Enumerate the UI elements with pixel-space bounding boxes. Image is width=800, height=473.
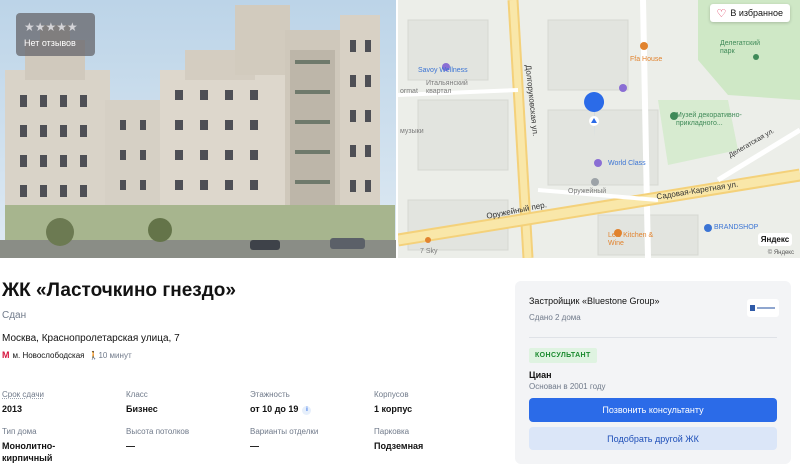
complex-photo[interactable]: ★★★★★ Нет отзывов	[0, 0, 396, 258]
call-consultant-button[interactable]: Позвонить консультанту	[529, 398, 777, 422]
spec-finishing: Варианты отделки —	[250, 427, 374, 464]
poi-museum[interactable]: Музей декоративно-прикладного...	[676, 112, 746, 128]
developer-houses: Сдано 2 дома	[529, 313, 581, 322]
favorite-label: В избранное	[730, 8, 783, 18]
heart-icon: ♡	[716, 6, 727, 20]
poi-italian-quarter[interactable]: Итальянский квартал	[426, 80, 486, 96]
poi-savoy[interactable]: Savoy Wellness	[418, 67, 468, 74]
poi-ormat[interactable]: ormat	[400, 88, 418, 95]
metro-station: м. Новослободская	[12, 350, 85, 360]
poi-ffa-house[interactable]: Ffa House	[630, 56, 662, 63]
location-map[interactable]: Savoy Wellness Итальянский квартал Ffa H…	[398, 0, 800, 258]
rating-badge: ★★★★★ Нет отзывов	[16, 13, 95, 56]
poi-lele-kitchen[interactable]: Lele Kitchen & Wine	[608, 232, 668, 248]
spec-value: 1 корпус	[374, 404, 413, 414]
spec-value: Подземная	[374, 441, 424, 451]
info-icon[interactable]: i	[302, 406, 312, 415]
developer-logo[interactable]	[747, 299, 779, 317]
consultant-founded: Основан в 2001 году	[529, 382, 606, 391]
poi-world-class[interactable]: World Class	[608, 160, 646, 167]
add-to-favorites-button[interactable]: ♡ В избранное	[710, 4, 790, 22]
spec-value: —	[126, 441, 135, 451]
complex-title: ЖК «Ласточкино гнездо»	[2, 280, 236, 301]
metro-info[interactable]: M м. Новослободская 🚶 10 минут	[2, 350, 132, 360]
pick-another-complex-button[interactable]: Подобрать другой ЖК	[529, 427, 777, 450]
spec-value: от 10 до 19 i	[250, 403, 374, 415]
poi-7sky[interactable]: 7 Sky	[420, 248, 438, 255]
metro-icon: M	[2, 350, 10, 360]
complex-address[interactable]: Москва, Краснопролетарская улица, 7	[2, 333, 180, 344]
specs-grid: Срок сдачи 2013 Класс Бизнес Этажность о…	[2, 390, 502, 464]
spec-label: Класс	[126, 390, 148, 399]
map-copyright: © Яндекс	[767, 250, 794, 256]
consultant-badge: КОНСУЛЬТАНТ	[529, 348, 597, 363]
spec-value: Бизнес	[126, 404, 158, 414]
spec-value: —	[250, 441, 259, 451]
spec-label: Этажность	[250, 390, 290, 399]
spec-ceiling-height: Высота потолков —	[126, 427, 250, 464]
spec-label: Высота потолков	[126, 427, 190, 436]
spec-label: Парковка	[374, 427, 410, 436]
floors-value: от 10 до 19	[250, 404, 299, 414]
spec-label: Варианты отделки	[250, 427, 319, 436]
spec-label[interactable]: Срок сдачи	[2, 390, 126, 400]
map-canvas	[398, 0, 800, 258]
consultant-name: Циан	[529, 370, 552, 380]
spec-class: Класс Бизнес	[126, 390, 250, 415]
complex-status: Сдан	[2, 310, 27, 321]
spec-label: Тип дома	[2, 427, 37, 436]
yandex-logo[interactable]: Яндекс	[758, 233, 792, 246]
developer-logo-image	[750, 305, 775, 311]
walk-icon: 🚶	[88, 350, 99, 360]
spec-value: Монолитно-кирпичный	[2, 441, 56, 463]
walk-time: 10 минут	[98, 350, 132, 360]
poi-brandshop[interactable]: BRANDSHOP	[714, 224, 758, 231]
poi-oruzheiny[interactable]: Оружейный	[568, 188, 606, 195]
poi-delegatsky-park[interactable]: Делегатский парк	[720, 40, 770, 56]
spec-buildings: Корпусов 1 корпус	[374, 390, 498, 415]
poi-muzyki[interactable]: музыки	[400, 128, 424, 135]
rating-stars-icon: ★★★★★	[24, 20, 78, 34]
divider	[529, 337, 777, 338]
spec-completion: Срок сдачи 2013	[2, 390, 126, 415]
spec-parking: Парковка Подземная	[374, 427, 498, 464]
rating-text: Нет отзывов	[24, 38, 76, 48]
developer-card: Застройщик «Bluestone Group» Сдано 2 дом…	[515, 281, 791, 464]
spec-value: 2013	[2, 404, 23, 414]
spec-floors: Этажность от 10 до 19 i	[250, 390, 374, 415]
developer-name[interactable]: Застройщик «Bluestone Group»	[529, 296, 660, 306]
spec-label: Корпусов	[374, 390, 409, 399]
spec-house-type: Тип дома Монолитно-кирпичный	[2, 427, 126, 464]
